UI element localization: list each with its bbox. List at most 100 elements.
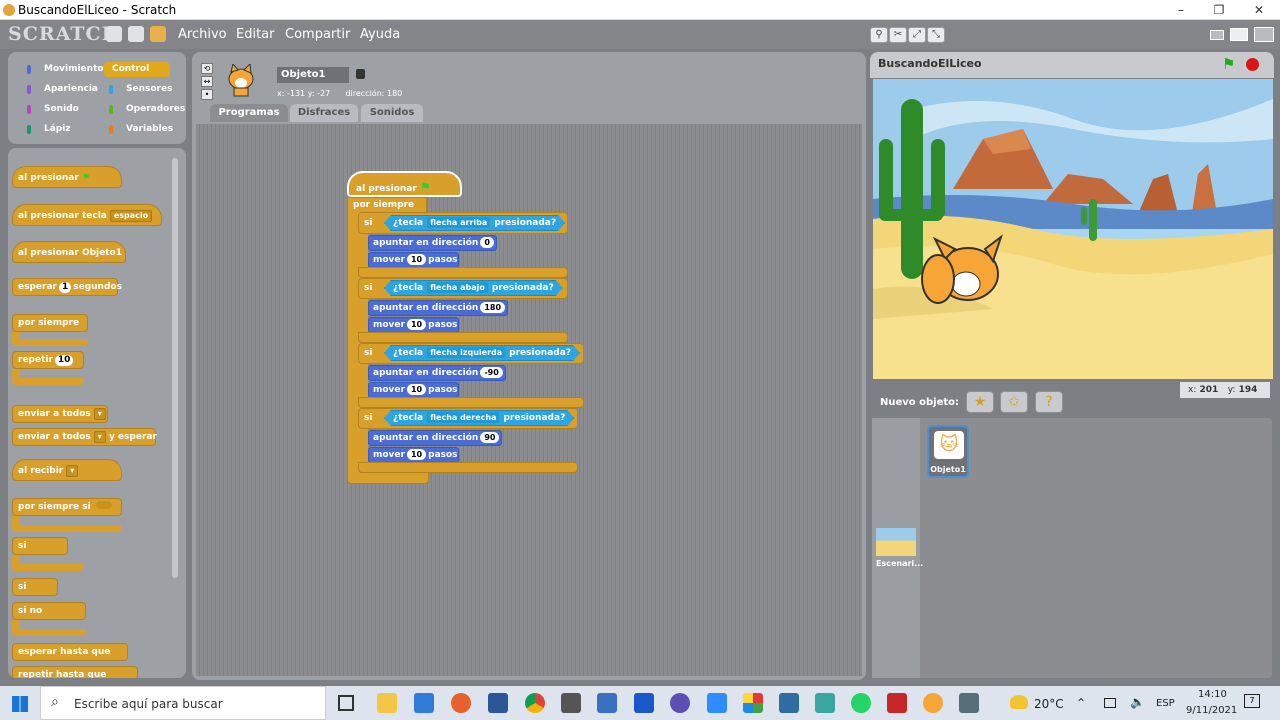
stage-thumbnail[interactable]: Escenari... [876,528,923,573]
move-steps-block[interactable]: mover 10 pasos [368,317,459,333]
point-direction-block[interactable]: apuntar en dirección 90 [368,430,503,446]
volume-icon[interactable]: 🔈 [1130,695,1145,709]
rotation-style-icons[interactable]: ⟲ ↔ • [201,63,213,101]
globe-icon[interactable] [106,26,122,42]
category-variables[interactable]: Variables [104,122,173,137]
small-stage-icon[interactable] [1210,30,1224,40]
palette-if-else-block[interactable]: si [12,578,58,596]
app-ring-icon[interactable] [670,693,690,713]
steps-input[interactable]: 10 [406,319,427,330]
tab-disfraces[interactable]: Disfraces [290,104,358,122]
clock-date[interactable]: 9/11/2021 [1186,705,1237,716]
point-direction-block[interactable]: apuntar en dirección 0 [368,235,497,251]
palette-broadcast-block[interactable]: enviar a todos ▾ [12,405,108,423]
broadcast-dropdown[interactable]: ▾ [93,408,106,420]
steps-input[interactable]: 10 [406,449,427,460]
taskbar-search-box[interactable]: ⌕ Escribe aquí para buscar [40,686,326,720]
steps-input[interactable]: 10 [406,384,427,395]
palette-when-flag-block[interactable]: al presionar ⚑ [12,166,122,188]
when-flag-hat-block[interactable]: al presionar ⚑ [347,171,462,197]
point-direction-block[interactable]: apuntar en dirección 180 [368,300,509,316]
receive-dropdown[interactable]: ▾ [66,465,79,477]
no-rotate-icon[interactable]: • [201,89,213,100]
clock-time[interactable]: 14:10 [1198,689,1227,700]
palette-repeat-block[interactable]: repetir 10 [12,351,84,369]
weather-icon[interactable] [1010,695,1028,709]
weather-temp[interactable]: 20°C [1034,697,1064,711]
palette-when-sprite-clicked-block[interactable]: al presionar Objeto1 [12,241,126,263]
tab-sonidos[interactable]: Sonidos [361,104,423,122]
move-steps-block[interactable]: mover 10 pasos [368,382,459,398]
share-icon[interactable] [150,26,166,42]
palette-if-block[interactable]: si [12,537,68,555]
choose-sprite-file-icon[interactable]: ✩ [1000,391,1028,413]
menu-ayuda[interactable]: Ayuda [360,27,400,42]
key-dropdown[interactable]: flecha abajo [427,282,488,293]
direction-dropdown[interactable]: -90 [480,367,503,378]
duplicate-tool-icon[interactable]: ⚲ [870,27,888,43]
palette-wait-block[interactable]: esperar 1 segundos [12,278,122,296]
whatsapp-icon[interactable] [851,693,871,713]
key-dropdown[interactable]: espacio [109,210,153,222]
sprite-name-field[interactable]: Objeto1 [277,67,349,83]
notification-icon[interactable]: 7 [1244,694,1260,708]
key-dropdown[interactable]: flecha izquierda [427,347,505,358]
scratch-taskbar-icon[interactable] [923,693,943,713]
green-flag-icon[interactable]: ⚑ [1222,55,1235,73]
key-dropdown[interactable]: flecha arriba [427,217,490,228]
palette-repeat-until-block[interactable]: repetir hasta que [12,666,138,678]
random-sprite-icon[interactable]: ? [1035,391,1063,413]
minimize-button[interactable]: – [1166,2,1196,18]
repeat-input[interactable]: 10 [54,355,74,366]
map-app-icon[interactable] [779,693,799,713]
key-pressed-sensor[interactable]: ¿tecla flecha arriba presionada? [384,215,565,231]
category-operadores[interactable]: Operadores [104,102,185,117]
palette-forever-if-block[interactable]: por siempre si [12,498,122,516]
key-pressed-sensor[interactable]: ¿tecla flecha abajo presionada? [384,280,563,296]
direction-dropdown[interactable]: 90 [480,432,500,443]
direction-dropdown[interactable]: 180 [480,302,506,313]
windows-start-icon[interactable] [12,696,28,712]
cube-app-icon[interactable] [597,693,617,713]
menu-compartir[interactable]: Compartir [285,27,350,42]
category-sensores[interactable]: Sensores [104,82,172,97]
palette-broadcast-wait-block[interactable]: enviar a todos ▾ y esperar [12,428,157,446]
paint-new-sprite-icon[interactable]: ★ [966,391,994,413]
key-pressed-sensor[interactable]: ¿tecla flecha derecha presionada? [384,410,574,426]
key-dropdown[interactable]: flecha derecha [427,412,499,423]
category-lapiz[interactable]: Lápiz [22,122,88,137]
steps-input[interactable]: 10 [406,254,427,265]
category-control[interactable]: Control [104,62,170,77]
notes-app-icon[interactable] [815,693,835,713]
key-pressed-sensor[interactable]: ¿tecla flecha izquierda presionada? [384,345,580,361]
normal-stage-icon[interactable] [1230,28,1248,41]
category-apariencia[interactable]: Apariencia [22,82,98,97]
teams-icon[interactable] [634,693,654,713]
menu-archivo[interactable]: Archivo [178,27,227,42]
show-hidden-icons-icon[interactable]: ⌃ [1076,696,1086,710]
calculator-icon[interactable] [561,693,581,713]
point-direction-block[interactable]: apuntar en dirección -90 [368,365,506,381]
language-indicator[interactable]: ESP [1156,698,1175,709]
wait-input[interactable]: 1 [58,282,72,293]
palette-when-receive-block[interactable]: al recibir ▾ [12,459,122,481]
grow-tool-icon[interactable]: ⤢ [908,27,926,43]
chrome-icon[interactable] [525,693,545,713]
left-right-icon[interactable]: ↔ [201,76,213,87]
maximize-button[interactable]: ❐ [1204,2,1234,18]
palette-when-key-block[interactable]: al presionar tecla espacio [12,204,162,226]
palette-forever-block[interactable]: por siempre [12,314,88,332]
broadcast-wait-dropdown[interactable]: ▾ [93,431,106,443]
direction-dropdown[interactable]: 0 [480,237,494,248]
battery-icon[interactable] [1104,698,1116,708]
lock-icon[interactable] [356,69,365,79]
tab-programas[interactable]: Programas [210,104,288,122]
task-view-icon[interactable] [338,695,354,711]
mail-icon[interactable] [414,693,434,713]
stage-canvas[interactable] [873,79,1273,379]
firefox-icon[interactable] [451,693,471,713]
save-icon[interactable] [128,26,144,42]
zoom-icon[interactable] [707,693,727,713]
move-steps-block[interactable]: mover 10 pasos [368,447,459,463]
palette-scrollbar[interactable] [172,158,178,578]
